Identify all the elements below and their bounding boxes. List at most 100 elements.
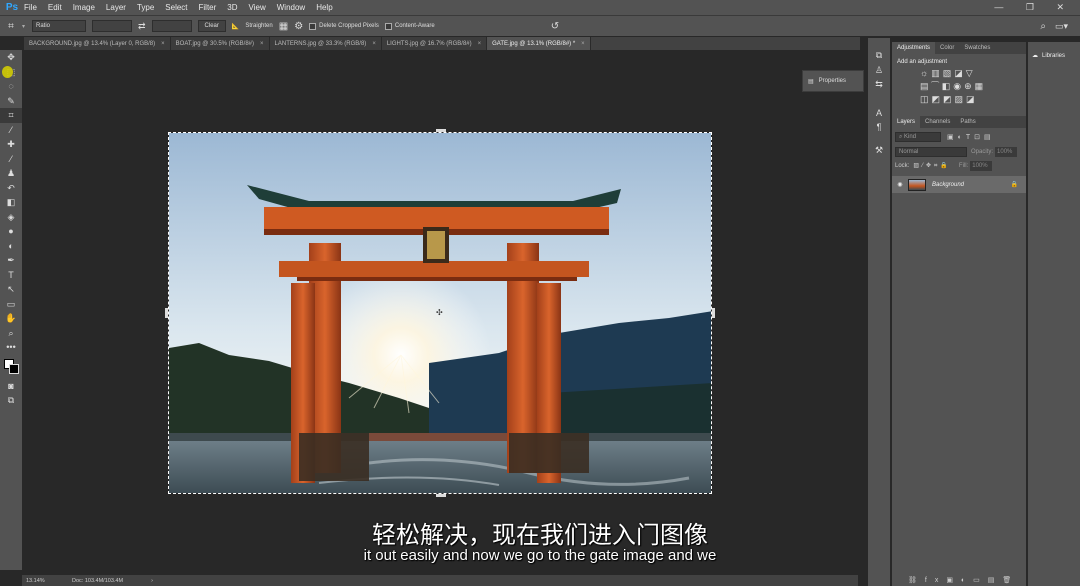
kind-filter[interactable]: ⌕ Kind bbox=[895, 132, 941, 142]
straighten-button[interactable]: Straighten bbox=[245, 23, 272, 29]
menu-item-window[interactable]: Window bbox=[277, 3, 305, 12]
document-tab[interactable]: LIGHTS.jpg @ 16.7% (RGB/8#) × bbox=[381, 37, 488, 50]
panel-icon-strip: ⧉ ♙ ⇆ A ¶ ⚒ bbox=[868, 38, 890, 586]
straighten-icon[interactable]: 📐 bbox=[232, 23, 239, 30]
menu-item-type[interactable]: Type bbox=[137, 3, 154, 12]
libraries-panel: ☁ Libraries bbox=[1028, 42, 1080, 586]
tab-label: LIGHTS.jpg @ 16.7% (RGB/8#) bbox=[386, 40, 472, 47]
crop-handle-left[interactable] bbox=[165, 308, 168, 318]
lock-icons[interactable]: ▨⁄✥⌗🔒 bbox=[913, 162, 951, 170]
tab-layers[interactable]: Layers bbox=[892, 116, 921, 128]
healing-brush-tool-icon[interactable]: ✚ bbox=[0, 137, 22, 152]
tab-adjustments[interactable]: Adjustments bbox=[892, 42, 936, 54]
menu-item-edit[interactable]: Edit bbox=[48, 3, 62, 12]
paragraph-icon[interactable]: ¶ bbox=[868, 120, 890, 135]
menu-item-help[interactable]: Help bbox=[316, 3, 332, 12]
crop-handle-bottom[interactable] bbox=[436, 494, 446, 497]
zoom-tool-icon[interactable]: ⌕ bbox=[0, 326, 22, 341]
actions-icon[interactable]: ♙ bbox=[868, 63, 890, 78]
quick-select-tool-icon[interactable]: ✎ bbox=[0, 94, 22, 109]
menu-item-file[interactable]: File bbox=[24, 3, 37, 12]
tab-channels[interactable]: Channels bbox=[920, 116, 955, 128]
swap-icon[interactable]: ⇄ bbox=[138, 21, 146, 32]
checkbox-icon[interactable] bbox=[384, 22, 392, 30]
menu-item-3d[interactable]: 3D bbox=[227, 3, 237, 12]
menu-item-filter[interactable]: Filter bbox=[199, 3, 217, 12]
close-icon[interactable]: × bbox=[478, 41, 482, 47]
rectangle-tool-icon[interactable]: ▭ bbox=[0, 297, 22, 312]
width-input[interactable] bbox=[92, 20, 132, 32]
eyedropper-tool-icon[interactable]: ⁄ bbox=[0, 123, 22, 138]
clone-stamp-tool-icon[interactable]: ♟ bbox=[0, 166, 22, 181]
quick-mask-icon[interactable]: ◙ bbox=[0, 379, 22, 394]
adjustment-icons[interactable]: ☼▥▧◪▽ ▤⁀◧◉⊕▦ ◫◩◩▨◪ bbox=[892, 65, 1026, 106]
libraries-button[interactable]: ☁ Libraries bbox=[1028, 52, 1080, 60]
opacity-input[interactable]: 100% bbox=[995, 147, 1018, 157]
delete-cropped-checkbox[interactable]: Delete Cropped Pixels bbox=[309, 22, 379, 30]
tool-presets-icon[interactable]: ⚒ bbox=[868, 143, 890, 158]
paint-bucket-tool-icon[interactable]: ◈ bbox=[0, 210, 22, 225]
crop-handle-right[interactable] bbox=[712, 308, 715, 318]
ratio-select[interactable]: Ratio bbox=[32, 20, 86, 32]
menu-item-select[interactable]: Select bbox=[165, 3, 187, 12]
filter-icons[interactable]: ▣◐T⊡▤ bbox=[947, 133, 995, 141]
chevron-down-icon[interactable]: ▾ bbox=[22, 23, 32, 30]
layer-filter-row: ⌕ Kind ▣◐T⊡▤ bbox=[892, 128, 1026, 146]
dodge-tool-icon[interactable]: ◐ bbox=[0, 239, 22, 254]
layer-row-background[interactable]: ◉ Background 🔒 bbox=[892, 176, 1026, 193]
background-color[interactable] bbox=[9, 363, 19, 374]
layer-footer-icons[interactable]: ⛓fx▣◐▭▤🗑 bbox=[908, 576, 1019, 584]
reset-icon[interactable]: ↺ bbox=[551, 21, 559, 32]
type-tool-icon[interactable]: T bbox=[0, 268, 22, 283]
document-tab[interactable]: BACKGROUND.jpg @ 13.4% (Layer 0, RGB/8) × bbox=[24, 37, 171, 50]
close-icon[interactable]: × bbox=[260, 41, 264, 47]
path-select-tool-icon[interactable]: ↖ bbox=[0, 282, 22, 297]
document-tabs: BACKGROUND.jpg @ 13.4% (Layer 0, RGB/8) ×… bbox=[24, 37, 860, 50]
blend-mode-select[interactable]: Normal bbox=[895, 147, 967, 157]
move-tool-icon[interactable]: ✥ bbox=[0, 50, 22, 65]
close-icon[interactable]: × bbox=[161, 41, 165, 47]
lasso-tool-icon[interactable]: ◌ bbox=[0, 79, 22, 94]
search-icon[interactable]: ⌕ bbox=[1040, 21, 1046, 32]
content-aware-checkbox[interactable]: Content-Aware bbox=[384, 22, 435, 30]
zoom-level[interactable]: 13.14% bbox=[26, 578, 72, 584]
menu-item-view[interactable]: View bbox=[249, 3, 266, 12]
status-menu-arrow[interactable]: › bbox=[151, 578, 153, 584]
close-icon[interactable]: × bbox=[372, 41, 376, 47]
more-tools-icon[interactable]: ••• bbox=[0, 340, 22, 355]
window-controls[interactable]: — ❐ ✕ bbox=[994, 2, 1074, 13]
adjust-icon[interactable]: ⇆ bbox=[868, 77, 890, 92]
document-tab[interactable]: LANTERNS.jpg @ 33.3% (RGB/8) × bbox=[269, 37, 382, 50]
crop-handle-top[interactable] bbox=[436, 129, 446, 132]
screen-mode-icon[interactable]: ⧉ bbox=[0, 393, 22, 408]
tab-color[interactable]: Color bbox=[935, 42, 959, 54]
crop-tool-icon[interactable]: ⌗ bbox=[0, 108, 22, 123]
blur-tool-icon[interactable]: ● bbox=[0, 224, 22, 239]
checkbox-icon[interactable] bbox=[309, 22, 317, 30]
close-icon[interactable]: × bbox=[581, 41, 585, 47]
crop-tool-icon[interactable]: ⌗ bbox=[0, 21, 22, 32]
eraser-tool-icon[interactable]: ◧ bbox=[0, 195, 22, 210]
document-tab[interactable]: BOAT.jpg @ 30.5% (RGB/8#) × bbox=[170, 37, 270, 50]
history-icon[interactable]: ⧉ bbox=[868, 48, 890, 63]
pen-tool-icon[interactable]: ✒ bbox=[0, 253, 22, 268]
brush-tool-icon[interactable]: ⁄ bbox=[0, 152, 22, 167]
clear-button[interactable]: Clear bbox=[197, 20, 226, 32]
menu-item-layer[interactable]: Layer bbox=[106, 3, 126, 12]
gear-icon[interactable]: ⚙ bbox=[294, 21, 303, 32]
tab-paths[interactable]: Paths bbox=[955, 116, 980, 128]
grid-overlay-icon[interactable]: ▦ bbox=[279, 21, 288, 32]
properties-panel[interactable]: ▤ Properties bbox=[802, 70, 864, 92]
tab-swatches[interactable]: Swatches bbox=[959, 42, 995, 54]
character-icon[interactable]: A bbox=[868, 106, 890, 121]
menu-item-image[interactable]: Image bbox=[73, 3, 95, 12]
hand-tool-icon[interactable]: ✋ bbox=[0, 311, 22, 326]
document-tab[interactable]: GATE.jpg @ 13.1% (RGB/8#) * × bbox=[487, 37, 591, 50]
workspace-icon[interactable]: ▭▾ bbox=[1055, 21, 1068, 32]
fill-input[interactable]: 100% bbox=[970, 161, 993, 171]
right-panel: Adjustments Color Swatches Add an adjust… bbox=[892, 42, 1026, 586]
eye-icon[interactable]: ◉ bbox=[892, 181, 908, 188]
height-input[interactable] bbox=[151, 20, 192, 32]
history-brush-tool-icon[interactable]: ↶ bbox=[0, 181, 22, 196]
color-swatches[interactable] bbox=[0, 355, 22, 379]
